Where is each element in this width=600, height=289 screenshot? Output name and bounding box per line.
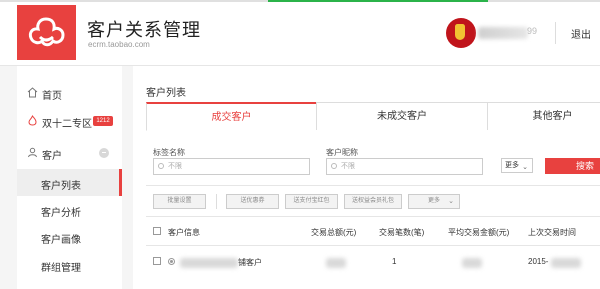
trade-count: 1 — [392, 257, 397, 266]
action-divider — [216, 194, 217, 209]
sidebar-item-label: 双十二专区 — [42, 119, 92, 130]
username[interactable] — [478, 27, 528, 39]
tab-untraded-customers[interactable]: 未成交客户 — [316, 102, 487, 130]
col-last-trade-time: 上次交易时间 — [528, 228, 576, 237]
search-icon — [158, 163, 164, 169]
sidebar-item-label: 群组管理 — [41, 263, 81, 274]
nickname-placeholder: 不限 — [341, 163, 355, 170]
main-panel: 客户列表 成交客户 未成交客户 其他客户 标签名称 不限 客户昵称 不限 更多 … — [133, 66, 600, 289]
search-icon — [331, 163, 337, 169]
tab-other-customers[interactable]: 其他客户 — [487, 102, 600, 130]
avatar[interactable] — [446, 18, 476, 48]
tag-name-placeholder: 不限 — [168, 163, 182, 170]
app-logo[interactable] — [17, 5, 76, 60]
sidebar-item-label: 客户 — [42, 151, 62, 162]
send-member-gift-button[interactable]: 送权益会员礼包 — [344, 194, 402, 209]
sidebar-item-customer-portrait[interactable]: 客户画像 — [17, 223, 122, 250]
col-trade-count: 交易笔数(笔) — [379, 228, 425, 237]
nickname-input[interactable]: 不限 — [326, 158, 483, 175]
col-avg-amount: 平均交易金额(元) — [448, 228, 510, 237]
more-actions-label: 更多 — [427, 198, 440, 204]
cloud-logo-icon — [28, 17, 65, 47]
tag-name-input[interactable]: 不限 — [153, 158, 310, 175]
sidebar-item-label: 首页 — [42, 91, 62, 102]
chevron-down-icon: ⌄ — [448, 198, 454, 205]
nickname-label: 客户昵称 — [326, 148, 358, 157]
sidebar-item-customer-list[interactable]: 客户列表 — [17, 169, 122, 196]
sidebar-item-group-management[interactable]: 群组管理 — [17, 251, 122, 278]
last-trade-time-redacted — [551, 258, 581, 268]
sidebar-item-label: 客户列表 — [41, 181, 81, 192]
sidebar: 首页 双十二专区 1212 客户 客户列表 客户分析 客户画像 群组管理 — [17, 66, 122, 289]
app-domain: ecrm.taobao.com — [88, 40, 150, 49]
table-row[interactable]: 铺客户 1 2015- — [146, 248, 600, 278]
send-coupon-button[interactable]: 送优惠券 — [226, 194, 279, 209]
sidebar-item-customer[interactable]: 客户 — [17, 140, 122, 166]
logout-link[interactable]: 退出 — [571, 26, 591, 41]
search-button[interactable]: 搜索 — [545, 158, 600, 174]
customer-info: 铺客户 — [238, 258, 262, 267]
tab-traded-customers[interactable]: 成交客户 — [146, 102, 316, 131]
row-checkbox[interactable] — [153, 257, 161, 265]
top-progress-line — [0, 0, 600, 2]
more-actions-button[interactable]: 更多 ⌄ — [408, 194, 460, 209]
header-divider — [555, 22, 556, 44]
customer-name-redacted — [180, 258, 238, 268]
collapse-icon[interactable] — [99, 148, 109, 158]
app-title: 客户关系管理 — [87, 20, 201, 40]
sidebar-item-label: 客户分析 — [41, 208, 81, 219]
tag-name-label: 标签名称 — [153, 148, 185, 157]
col-total-amount: 交易总额(元) — [311, 228, 357, 237]
customer-tabs: 成交客户 未成交客户 其他客户 — [146, 102, 600, 131]
total-amount-redacted — [326, 258, 346, 268]
sidebar-item-home[interactable]: 首页 — [17, 80, 122, 106]
page-title: 客户列表 — [146, 88, 186, 99]
col-customer-info: 客户信息 — [168, 228, 200, 237]
username-tail: 99 — [527, 26, 538, 36]
home-icon — [27, 87, 38, 98]
more-filters-label: 更多 — [505, 162, 519, 169]
customer-status-icon — [168, 258, 175, 265]
chevron-down-icon: ⌄ — [522, 164, 528, 171]
user-icon — [28, 147, 37, 158]
more-filters-select[interactable]: 更多 ⌄ — [501, 158, 533, 173]
table-header: 客户信息 交易总额(元) 交易笔数(笔) 平均交易金额(元) 上次交易时间 — [146, 216, 600, 246]
promo-badge: 1212 — [93, 116, 113, 126]
batch-settings-button[interactable]: 批量设置 — [153, 194, 206, 209]
sidebar-item-double12[interactable]: 双十二专区 1212 — [17, 108, 122, 134]
select-all-checkbox[interactable] — [153, 227, 161, 235]
section-divider — [146, 185, 600, 186]
sidebar-item-customer-analysis[interactable]: 客户分析 — [17, 196, 122, 223]
sidebar-item-label: 客户画像 — [41, 235, 81, 246]
flame-icon — [28, 115, 37, 126]
app-header: 客户关系管理 ecrm.taobao.com 99 退出 — [0, 0, 600, 66]
avg-amount-redacted — [462, 258, 482, 268]
last-trade-time: 2015- — [528, 257, 549, 266]
send-alipay-redpacket-button[interactable]: 送支付宝红包 — [285, 194, 338, 209]
